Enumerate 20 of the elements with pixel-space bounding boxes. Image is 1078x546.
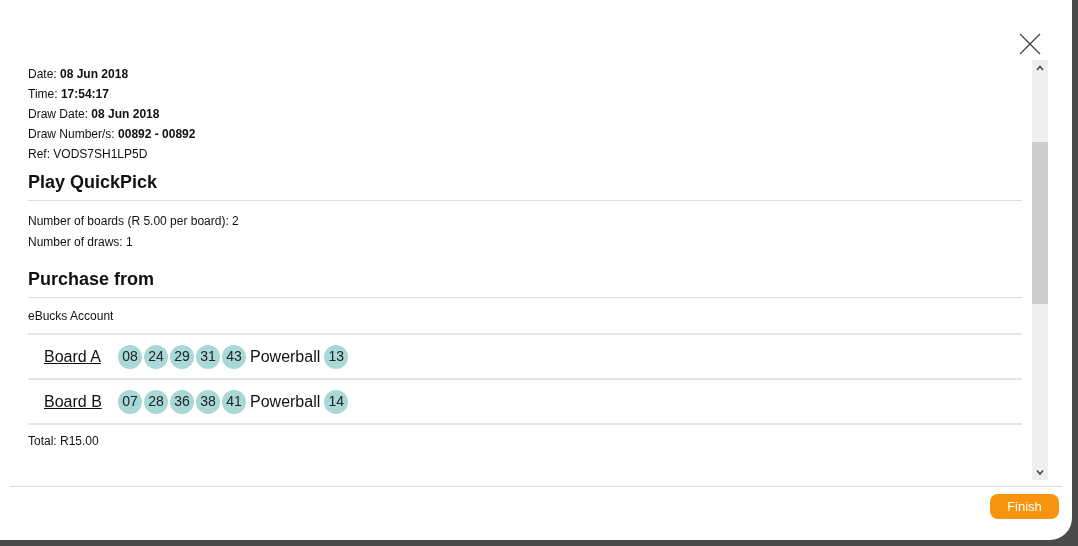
scroll-up-icon[interactable] (1035, 63, 1045, 73)
scrollbar-thumb[interactable] (1032, 142, 1048, 304)
detail-text: Time: 17:54:17 (28, 86, 110, 102)
board-link[interactable]: Board B (44, 389, 114, 414)
info-text: Number of draws: 1 (28, 234, 134, 251)
powerball-label: Powerball (250, 391, 321, 412)
close-icon[interactable] (1018, 32, 1042, 56)
total-text: Total: R15.00 (28, 433, 100, 449)
section-heading: Purchase from (28, 267, 1022, 298)
detail-text: Date: 08 Jun 2018 (28, 66, 130, 82)
powerball-label: Powerball (250, 346, 321, 367)
detail-text: Draw Number/s: 00892 - 00892 (28, 126, 197, 142)
info-text: Number of boards (R 5.00 per board): 2 (28, 213, 240, 230)
detail-text: Draw Date: 08 Jun 2018 (28, 106, 161, 122)
board-link[interactable]: Board A (44, 344, 114, 369)
account-text: eBucks Account (28, 307, 114, 325)
scroll-down-icon[interactable] (1035, 467, 1045, 477)
section-heading: Play QuickPick (28, 170, 1022, 201)
detail-text: Ref: VODS7SH1LP5D (28, 146, 149, 162)
scrollbar[interactable] (1032, 60, 1048, 480)
